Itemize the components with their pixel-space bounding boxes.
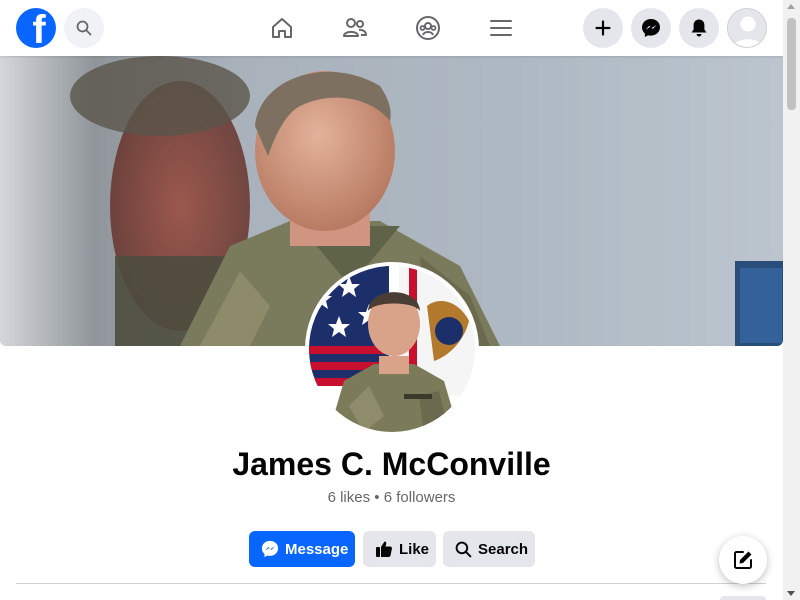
message-button[interactable]: Message bbox=[249, 531, 355, 567]
profile-portrait-image bbox=[309, 266, 475, 432]
like-button[interactable]: Like bbox=[363, 531, 436, 567]
new-message-button[interactable] bbox=[719, 536, 767, 584]
groups-icon bbox=[416, 16, 440, 40]
nav-friends[interactable] bbox=[339, 12, 371, 44]
section-divider bbox=[16, 583, 766, 584]
messenger-icon bbox=[261, 540, 279, 558]
like-button-label: Like bbox=[399, 540, 430, 558]
create-button[interactable] bbox=[583, 8, 623, 48]
messenger-icon bbox=[642, 19, 660, 37]
search-page-button[interactable]: Search bbox=[443, 531, 535, 567]
nav-groups[interactable] bbox=[412, 12, 444, 44]
top-navigation-bar: f bbox=[0, 0, 783, 56]
page-scrollbar[interactable] bbox=[783, 0, 800, 600]
plus-icon bbox=[595, 20, 611, 36]
compose-icon bbox=[734, 551, 752, 569]
friends-icon bbox=[343, 18, 367, 37]
page-stats: 6 likes • 6 followers bbox=[0, 489, 783, 506]
search-button-label: Search bbox=[478, 540, 529, 558]
home-icon bbox=[272, 18, 292, 38]
bell-icon bbox=[691, 19, 707, 37]
likes-count[interactable]: 6 likes bbox=[328, 489, 371, 506]
scrollbar-thumb[interactable] bbox=[787, 18, 796, 110]
account-avatar[interactable] bbox=[727, 8, 767, 48]
scroll-down-arrow-icon[interactable] bbox=[787, 591, 795, 596]
menu-icon bbox=[490, 20, 512, 36]
profile-picture[interactable] bbox=[305, 262, 479, 436]
scroll-up-arrow-icon[interactable] bbox=[787, 4, 795, 9]
partial-tab[interactable] bbox=[720, 596, 766, 600]
followers-count[interactable]: 6 followers bbox=[384, 489, 456, 506]
search-icon bbox=[76, 20, 92, 36]
messenger-button[interactable] bbox=[631, 8, 671, 48]
page-title: James C. McConville bbox=[232, 446, 551, 482]
thumbs-up-icon bbox=[376, 541, 392, 557]
nav-home[interactable] bbox=[266, 12, 298, 44]
message-button-label: Message bbox=[285, 540, 349, 558]
nav-menu[interactable] bbox=[485, 12, 517, 44]
default-avatar-icon bbox=[728, 9, 766, 47]
search-button[interactable] bbox=[64, 8, 104, 48]
facebook-logo-icon[interactable]: f bbox=[16, 8, 56, 48]
search-icon bbox=[455, 541, 472, 557]
notifications-button[interactable] bbox=[679, 8, 719, 48]
stats-separator: • bbox=[374, 489, 380, 506]
